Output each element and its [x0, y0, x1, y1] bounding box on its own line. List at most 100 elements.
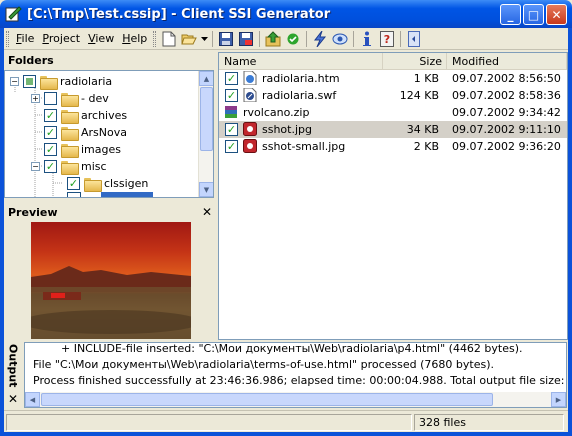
column-header-name[interactable]: Name: [219, 53, 383, 70]
tree-item-label: ArsNova: [81, 126, 127, 139]
folder-checkbox[interactable]: [44, 160, 57, 173]
table-row[interactable]: sshot-small.jpg 2 KB 09.07.2002 9:36:20: [219, 138, 567, 155]
table-row[interactable]: rvolcano.zip 09.07.2002 9:34:42: [219, 104, 567, 121]
save-as-disk-icon: [239, 31, 254, 46]
info-button[interactable]: [358, 30, 376, 48]
svg-text:?: ?: [384, 33, 390, 46]
info-icon: [363, 31, 372, 46]
toolbar-grip[interactable]: [153, 30, 157, 47]
window-frame-bottom: [0, 432, 572, 436]
folder-checkbox[interactable]: [67, 177, 80, 190]
open-project-button[interactable]: [180, 30, 198, 48]
up-arrow-folder-icon: [265, 30, 281, 46]
folder-icon: [40, 75, 58, 90]
file-name: radiolaria.swf: [262, 89, 337, 102]
window-title: [C:\Tmp\Test.cssip] - Client SSI Generat…: [27, 6, 331, 22]
log-line: File "C:\Мои документы\Web\radiolaria\te…: [33, 358, 494, 371]
new-project-button[interactable]: [160, 30, 178, 48]
scroll-thumb[interactable]: [200, 87, 213, 151]
preview-title: Preview: [8, 205, 58, 219]
file-checkbox[interactable]: [225, 140, 238, 153]
scroll-up-arrow[interactable]: ▲: [199, 71, 213, 86]
toolbar-separator: [212, 30, 214, 47]
tree-item-clssigen[interactable]: clssigen: [67, 175, 148, 192]
scroll-right-arrow[interactable]: ▶: [551, 392, 566, 407]
file-modified: 09.07.2002 8:58:36: [452, 89, 561, 102]
tree-item-images[interactable]: images: [44, 141, 121, 158]
expand-toggle[interactable]: +: [31, 94, 40, 103]
menu-view[interactable]: View: [84, 32, 118, 45]
preview-area: [4, 221, 216, 340]
save-button[interactable]: [217, 30, 235, 48]
tree-item-arsnova[interactable]: ArsNova: [44, 124, 127, 141]
folder-checkbox[interactable]: [44, 126, 57, 139]
scroll-left-arrow[interactable]: ◀: [25, 392, 40, 407]
folders-tree[interactable]: − radiolaria + - dev archives ArsNova im…: [4, 70, 214, 198]
minimize-button[interactable]: _: [500, 4, 521, 25]
save-as-button[interactable]: [237, 30, 255, 48]
table-row-selected[interactable]: sshot.jpg 34 KB 09.07.2002 9:11:10: [219, 121, 567, 138]
file-modified: 09.07.2002 9:11:10: [452, 123, 561, 136]
menubar-grip[interactable]: [6, 30, 9, 47]
check-button[interactable]: [284, 30, 302, 48]
output-log[interactable]: + INCLUDE-file inserted: "C:\Мои докумен…: [24, 342, 567, 408]
open-folder-icon: [181, 34, 198, 44]
tree-item-label: images: [81, 143, 121, 156]
folder-checkbox[interactable]: [44, 92, 57, 105]
folders-vertical-scrollbar[interactable]: ▲ ▼: [198, 71, 213, 197]
file-size: 2 KB: [413, 140, 439, 153]
zip-file-icon: [225, 106, 237, 118]
scroll-thumb[interactable]: [41, 393, 493, 406]
generate-button[interactable]: [311, 30, 329, 48]
preview-panel: Preview ✕: [4, 203, 216, 221]
file-list[interactable]: Name Size Modified radiolaria.htm 1 KB 0…: [218, 52, 568, 340]
file-modified: 09.07.2002 9:34:42: [452, 106, 561, 119]
selected-tree-item[interactable]: [101, 192, 153, 197]
chevron-down-icon: [200, 36, 208, 41]
file-size: 124 KB: [399, 89, 439, 102]
file-checkbox[interactable]: [225, 72, 238, 85]
preview-button[interactable]: [331, 30, 349, 48]
output-close-button[interactable]: ✕: [8, 392, 18, 406]
scroll-down-arrow[interactable]: ▼: [199, 182, 213, 197]
menu-project[interactable]: Project: [38, 32, 84, 45]
open-dropdown-arrow[interactable]: [200, 30, 208, 48]
tree-item-archives[interactable]: archives: [44, 107, 127, 124]
landscape-picture: [31, 266, 191, 339]
help-button[interactable]: ?: [378, 30, 396, 48]
folder-checkbox[interactable]: [23, 75, 36, 88]
title-bar[interactable]: [C:\Tmp\Test.cssip] - Client SSI Generat…: [0, 0, 572, 28]
output-title: Output: [6, 344, 20, 388]
file-checkbox[interactable]: [225, 123, 238, 136]
status-file-count: 328 files: [414, 414, 564, 431]
toggle-panel-button[interactable]: [405, 30, 423, 48]
column-header-modified[interactable]: Modified: [447, 53, 567, 70]
maximize-button[interactable]: □: [523, 4, 544, 25]
menu-help[interactable]: Help: [118, 32, 151, 45]
table-row[interactable]: radiolaria.htm 1 KB 09.07.2002 8:56:50: [219, 70, 567, 87]
collapse-toggle[interactable]: −: [10, 77, 19, 86]
menu-file[interactable]: File: [12, 32, 38, 45]
folder-checkbox[interactable]: [44, 143, 57, 156]
tree-item-radiolaria[interactable]: − radiolaria: [10, 73, 112, 90]
menu-toolbar-row: File Project View Help ?: [4, 28, 568, 50]
tree-item-dev[interactable]: + - dev: [31, 90, 109, 107]
folder-checkbox[interactable]: [67, 192, 81, 197]
collapse-toggle[interactable]: −: [31, 162, 40, 171]
preview-close-button[interactable]: ✕: [202, 205, 212, 219]
tree-item-misc[interactable]: − misc: [31, 158, 107, 175]
table-row[interactable]: radiolaria.swf 124 KB 09.07.2002 8:58:36: [219, 87, 567, 104]
file-checkbox[interactable]: [225, 89, 238, 102]
image-file-icon: [243, 122, 257, 136]
toolbar-separator: [353, 30, 355, 47]
close-window-button[interactable]: ✕: [546, 4, 567, 25]
log-line: + INCLUDE-file inserted: "C:\Мои докумен…: [61, 342, 523, 355]
folder-checkbox[interactable]: [44, 109, 57, 122]
up-level-button[interactable]: [264, 30, 282, 48]
file-modified: 09.07.2002 8:56:50: [452, 72, 561, 85]
output-horizontal-scrollbar[interactable]: ◀ ▶: [25, 392, 566, 407]
file-name: radiolaria.htm: [262, 72, 340, 85]
column-header-size[interactable]: Size: [383, 53, 447, 70]
panel-icon: [408, 30, 421, 47]
toolbar-separator: [306, 30, 308, 47]
